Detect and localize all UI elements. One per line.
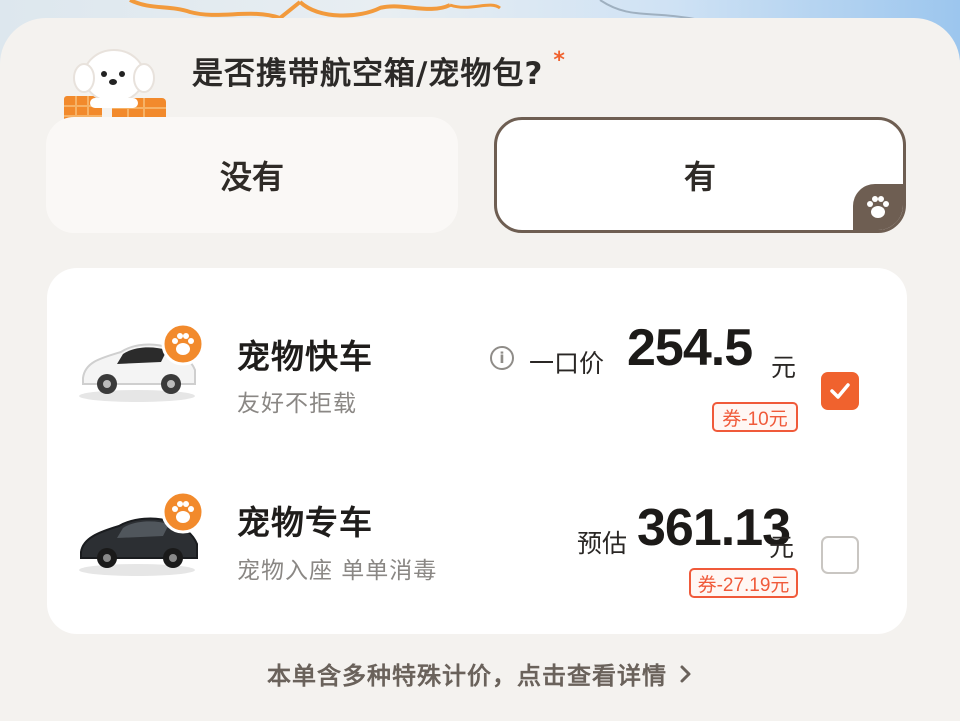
- price-unit: 元: [769, 533, 795, 562]
- paw-icon: [867, 196, 889, 218]
- option-checkbox-unchecked[interactable]: [821, 536, 859, 574]
- question-text: 是否携带航空箱/宠物包?: [192, 56, 544, 92]
- fixed-price-label: 一口价: [529, 349, 605, 378]
- option-price: 254.5: [627, 319, 753, 377]
- black-car-icon: [79, 490, 205, 576]
- choice-no-button[interactable]: 没有: [46, 117, 458, 233]
- chevron-right-icon: [679, 662, 693, 690]
- option-subtitle: 宠物入座 单单消毒: [237, 558, 438, 584]
- option-title: 宠物快车: [237, 337, 373, 376]
- choice-yes-button[interactable]: 有: [494, 117, 906, 233]
- pricing-details-link[interactable]: 本单含多种特殊计价，点击查看详情: [0, 656, 960, 691]
- coupon-badge: 券-27.19元: [689, 568, 798, 598]
- selected-paw-badge: [853, 184, 903, 230]
- estimate-price-label: 预估: [577, 529, 628, 558]
- option-checkbox-checked[interactable]: [821, 372, 859, 410]
- pricing-details-text: 本单含多种特殊计价，点击查看详情: [267, 662, 667, 690]
- ride-options-card: 宠物快车 友好不拒载 i 一口价 254.5 元 券-10元 宠物专车 宠物入座…: [47, 268, 907, 634]
- checkmark-icon: [830, 383, 850, 399]
- option-subtitle: 友好不拒载: [237, 391, 357, 417]
- pet-options-sheet: 是否携带航空箱/宠物包? * 没有 有 宠物快车 友好不拒载 i 一口价 254…: [0, 18, 960, 721]
- required-mark: *: [553, 48, 566, 73]
- option-price: 361.13: [637, 499, 791, 557]
- price-unit: 元: [771, 353, 797, 382]
- white-car-icon: [79, 322, 205, 402]
- pet-carrier-question: 是否携带航空箱/宠物包? *: [192, 48, 566, 93]
- info-icon[interactable]: i: [490, 346, 514, 370]
- option-title: 宠物专车: [237, 503, 373, 542]
- coupon-badge: 券-10元: [712, 402, 798, 432]
- choice-no-label: 没有: [219, 158, 284, 196]
- choice-yes-label: 有: [683, 158, 716, 196]
